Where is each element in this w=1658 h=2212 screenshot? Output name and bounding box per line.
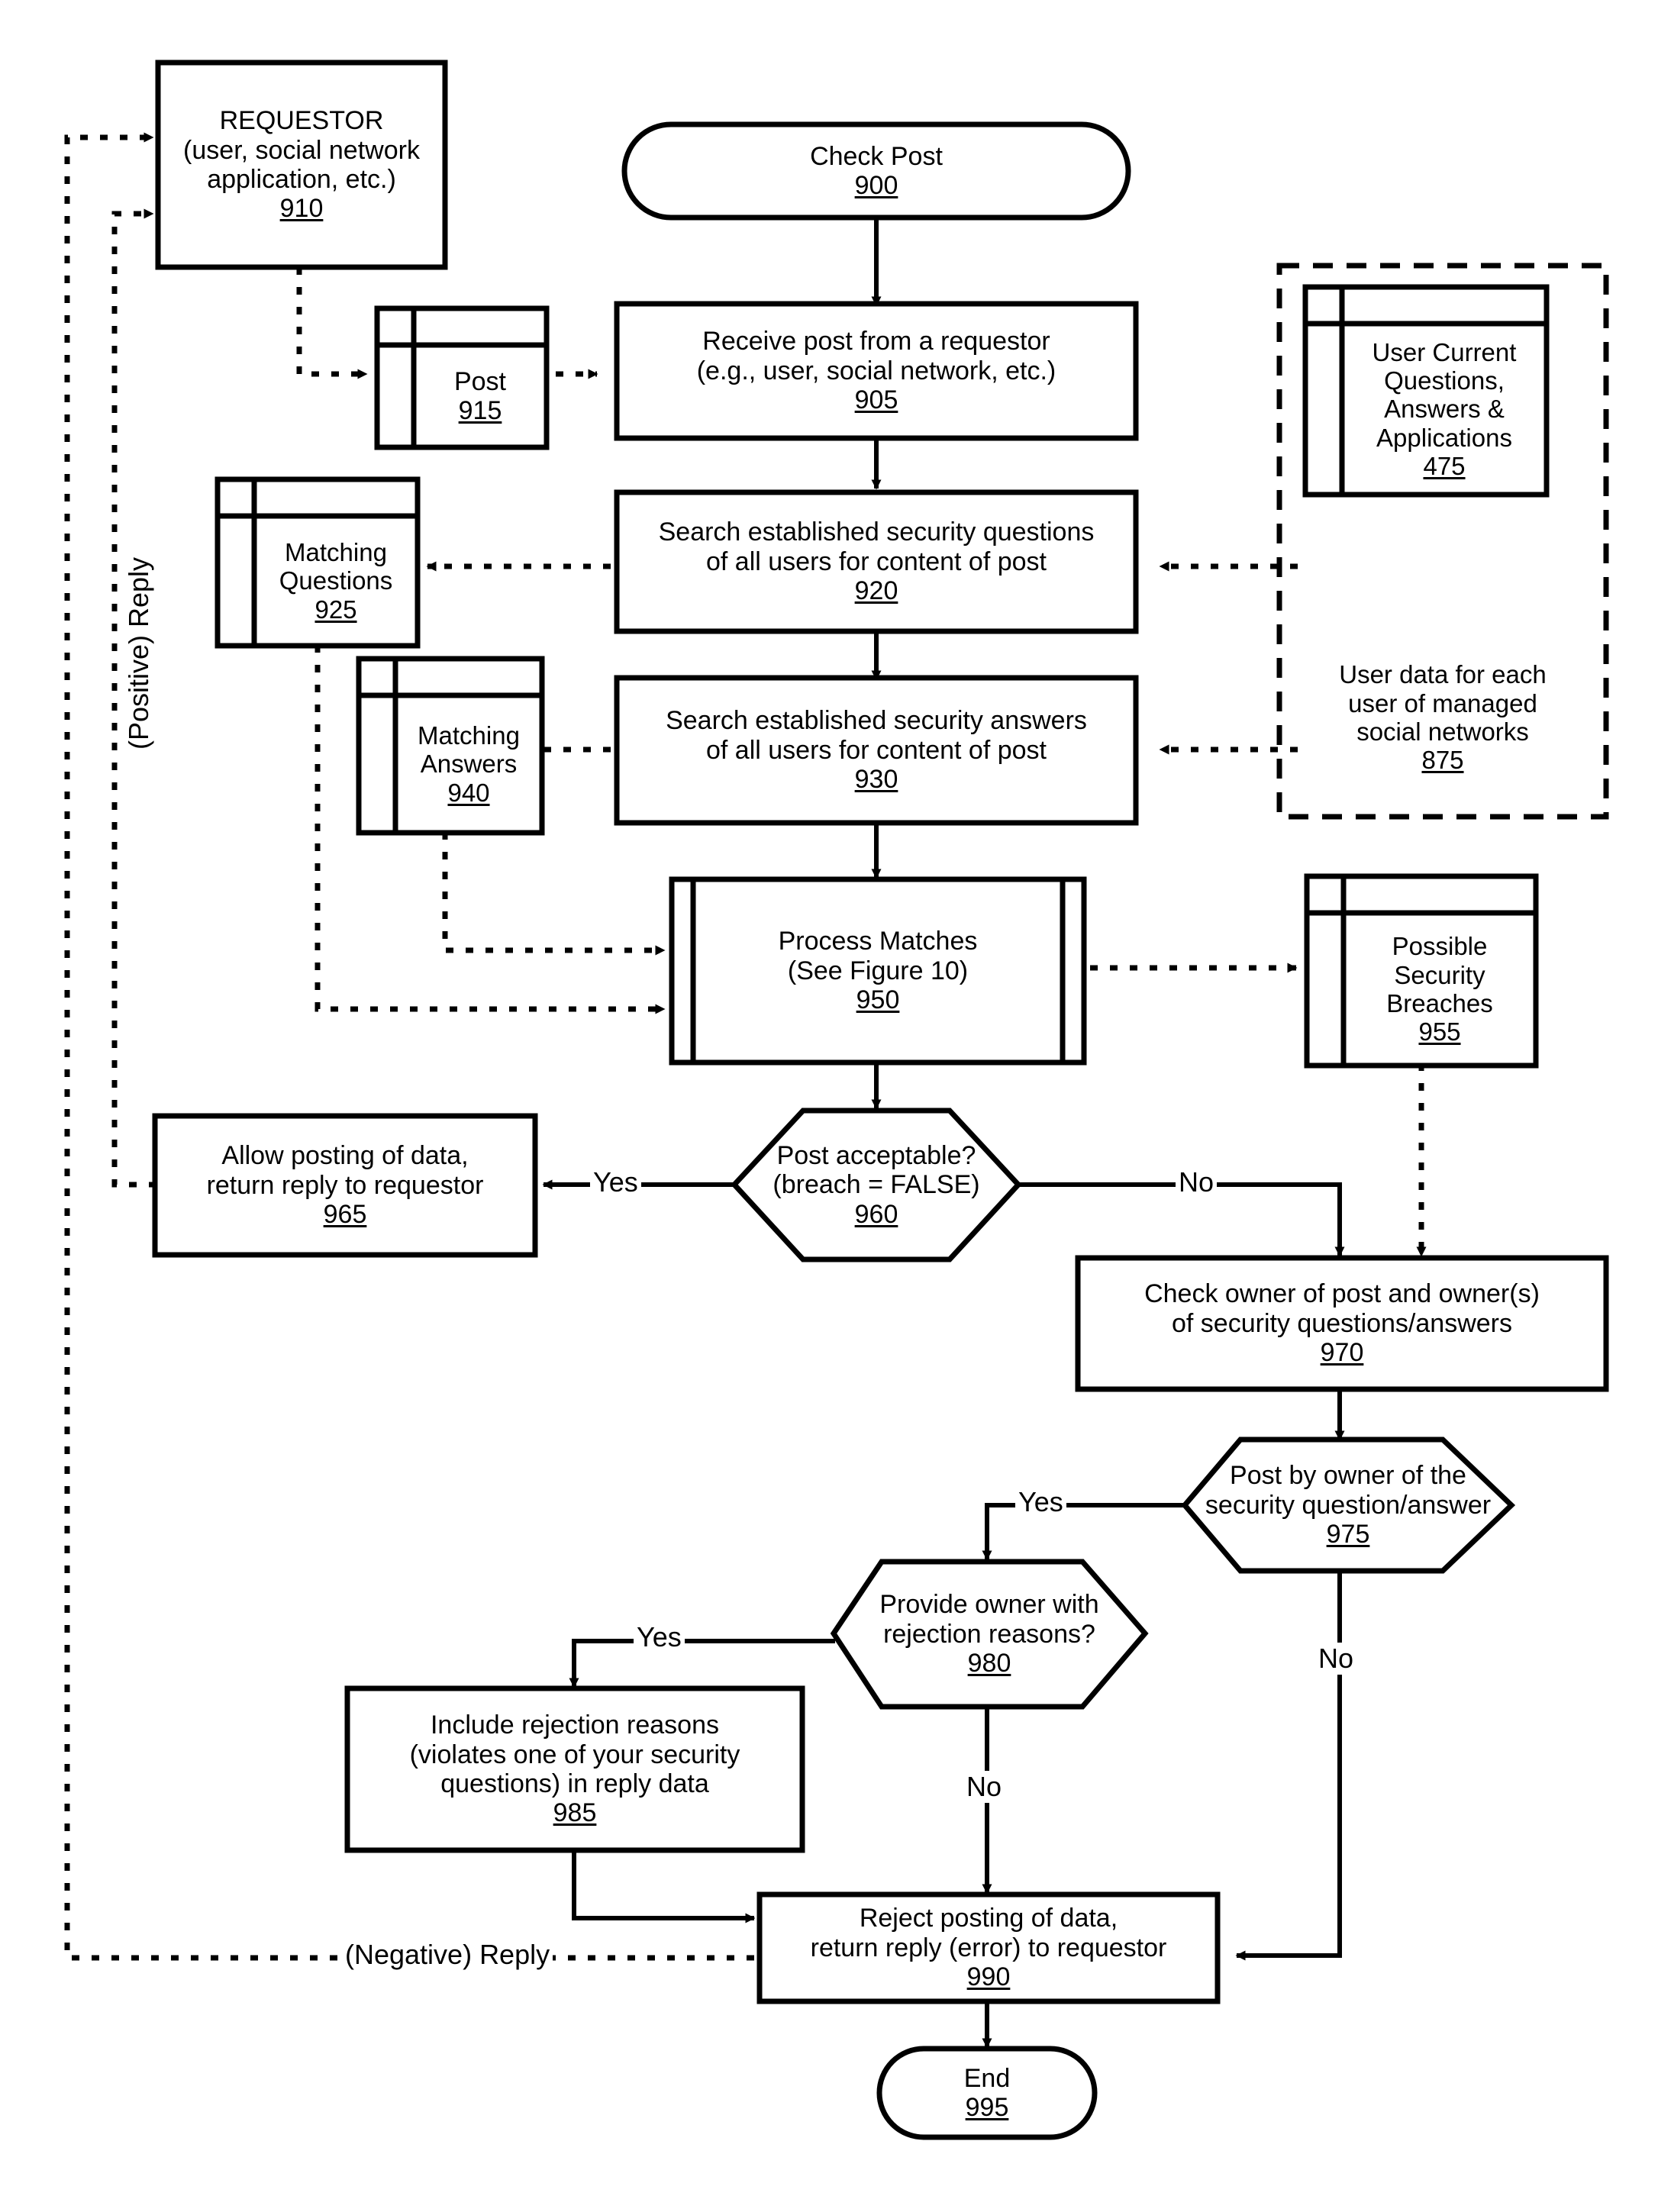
- node-matching-questions-shape: [215, 476, 421, 649]
- edge-label-no-960: No: [1176, 1166, 1218, 1198]
- edge-label-yes-975: Yes: [1015, 1486, 1066, 1518]
- node-allow-posting-shape: [152, 1113, 538, 1258]
- node-check-post-shape: [621, 121, 1131, 221]
- edge-label-yes-980: Yes: [634, 1621, 685, 1653]
- node-post-acceptable-shape: [731, 1108, 1022, 1262]
- node-requestor-shape: [155, 60, 448, 270]
- edge-label-no-980: No: [963, 1771, 1005, 1803]
- connector-layer: [64, 60, 1609, 2140]
- node-include-reasons-shape: [344, 1685, 805, 1853]
- node-check-owner-shape: [1075, 1255, 1609, 1392]
- node-post-by-owner-shape: [1181, 1437, 1516, 1574]
- node-process-matches-shape: [669, 876, 1087, 1066]
- edge-label-negative-reply: (Negative) Reply: [342, 1939, 553, 1971]
- node-provide-reasons-shape: [830, 1559, 1149, 1710]
- node-reject-posting-shape: [756, 1891, 1221, 2004]
- edge-label-no-975: No: [1315, 1643, 1357, 1675]
- node-receive-post-shape: [614, 301, 1139, 441]
- node-matching-answers-shape: [356, 656, 545, 836]
- edge-label-positive-reply: (Positive) Reply: [123, 536, 155, 771]
- edge-label-yes-960: Yes: [590, 1166, 641, 1198]
- node-end-shape: [876, 2046, 1098, 2140]
- node-search-questions-shape: [614, 489, 1139, 634]
- figure-canvas: REQUESTOR (user, social network applicat…: [0, 0, 1658, 2212]
- node-post-store-shape: [374, 305, 550, 450]
- node-search-answers-shape: [614, 675, 1139, 826]
